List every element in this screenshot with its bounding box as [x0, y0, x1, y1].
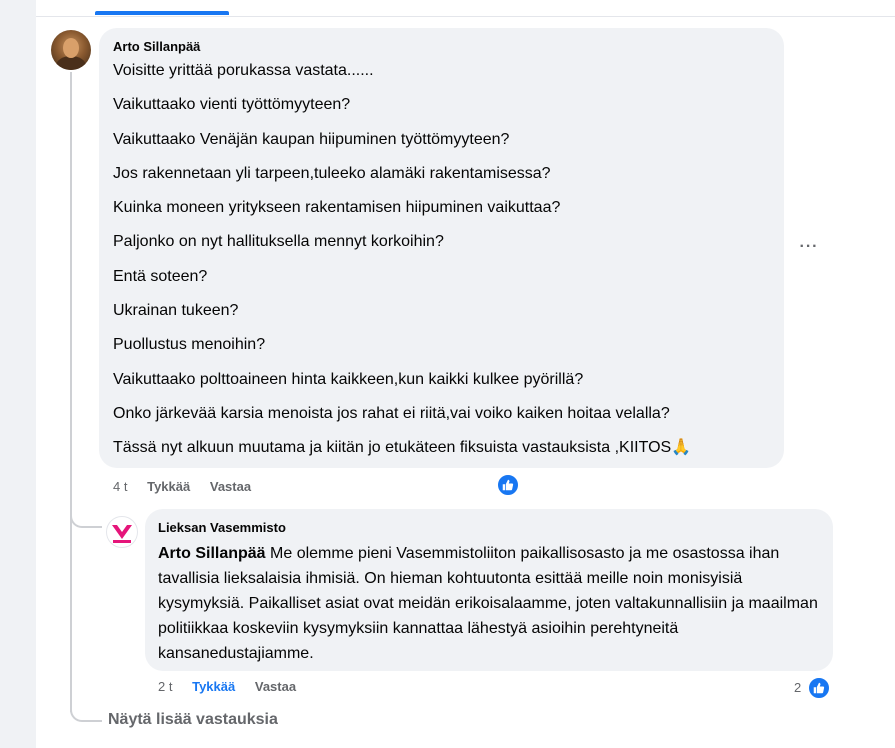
thumbs-up-icon	[502, 479, 514, 491]
comment-author[interactable]: Arto Sillanpää	[113, 39, 200, 54]
comment-actions: 4 t Tykkää Vastaa	[113, 479, 267, 494]
comment-line: Kuinka moneen yritykseen rakentamisen hi…	[113, 199, 561, 217]
avatar-face	[63, 38, 79, 58]
like-reaction-icon[interactable]	[807, 676, 831, 700]
reply-time[interactable]: 2 t	[158, 679, 172, 694]
comment-line: Onko järkevää karsia menoista jos rahat …	[113, 404, 670, 422]
active-tab-indicator	[95, 11, 229, 15]
comment-line: Tässä nyt alkuun muutama ja kiitän jo et…	[113, 439, 692, 457]
reply-button[interactable]: Vastaa	[210, 479, 251, 494]
comment-line: Paljonko on nyt hallituksella mennyt kor…	[113, 233, 444, 251]
thread-line	[70, 72, 72, 712]
reply-text: Arto Sillanpää Me olemme pieni Vasemmist…	[158, 541, 823, 666]
comment-line: Vaikuttaako Venäjän kaupan hiipuminen ty…	[113, 130, 510, 148]
comment-line: Vaikuttaako polttoaineen hinta kaikkeen,…	[113, 370, 584, 388]
like-count[interactable]: 2	[794, 680, 801, 695]
reply-author[interactable]: Lieksan Vasemmisto	[158, 520, 286, 535]
like-button[interactable]: Tykkää	[192, 679, 235, 694]
avatar[interactable]	[106, 516, 138, 548]
thread-connector	[70, 506, 102, 528]
comment-line: Ukrainan tukeen?	[113, 302, 239, 320]
like-reaction-icon[interactable]	[496, 473, 520, 497]
thread-connector	[70, 700, 102, 722]
reply-actions: 2 t Tykkää Vastaa	[158, 679, 312, 694]
comment-text: Voisitte yrittää porukassa vastata......…	[113, 61, 778, 473]
vasemmisto-logo-icon	[112, 525, 132, 543]
reply-button[interactable]: Vastaa	[255, 679, 296, 694]
avatar[interactable]	[51, 30, 91, 70]
like-button[interactable]: Tykkää	[147, 479, 190, 494]
comment-line: Jos rakennetaan yli tarpeen,tuleeko alam…	[113, 164, 551, 182]
thumbs-up-icon	[813, 682, 825, 694]
comment-line: Puollustus menoihin?	[113, 336, 266, 354]
avatar-body	[56, 56, 86, 70]
comment-line: Vaikuttaako vienti työttömyyteen?	[113, 96, 351, 114]
comment-line: Entä soteen?	[113, 267, 208, 285]
reply-body: Me olemme pieni Vasemmistoliiton paikall…	[158, 545, 818, 662]
comment-line: Voisitte yrittää porukassa vastata......	[113, 62, 374, 79]
view-more-replies-link[interactable]: Näytä lisää vastauksia	[108, 711, 278, 729]
comment-time[interactable]: 4 t	[113, 479, 127, 494]
mention-link[interactable]: Arto Sillanpää	[158, 545, 266, 562]
more-options-icon[interactable]: ···	[795, 236, 823, 260]
